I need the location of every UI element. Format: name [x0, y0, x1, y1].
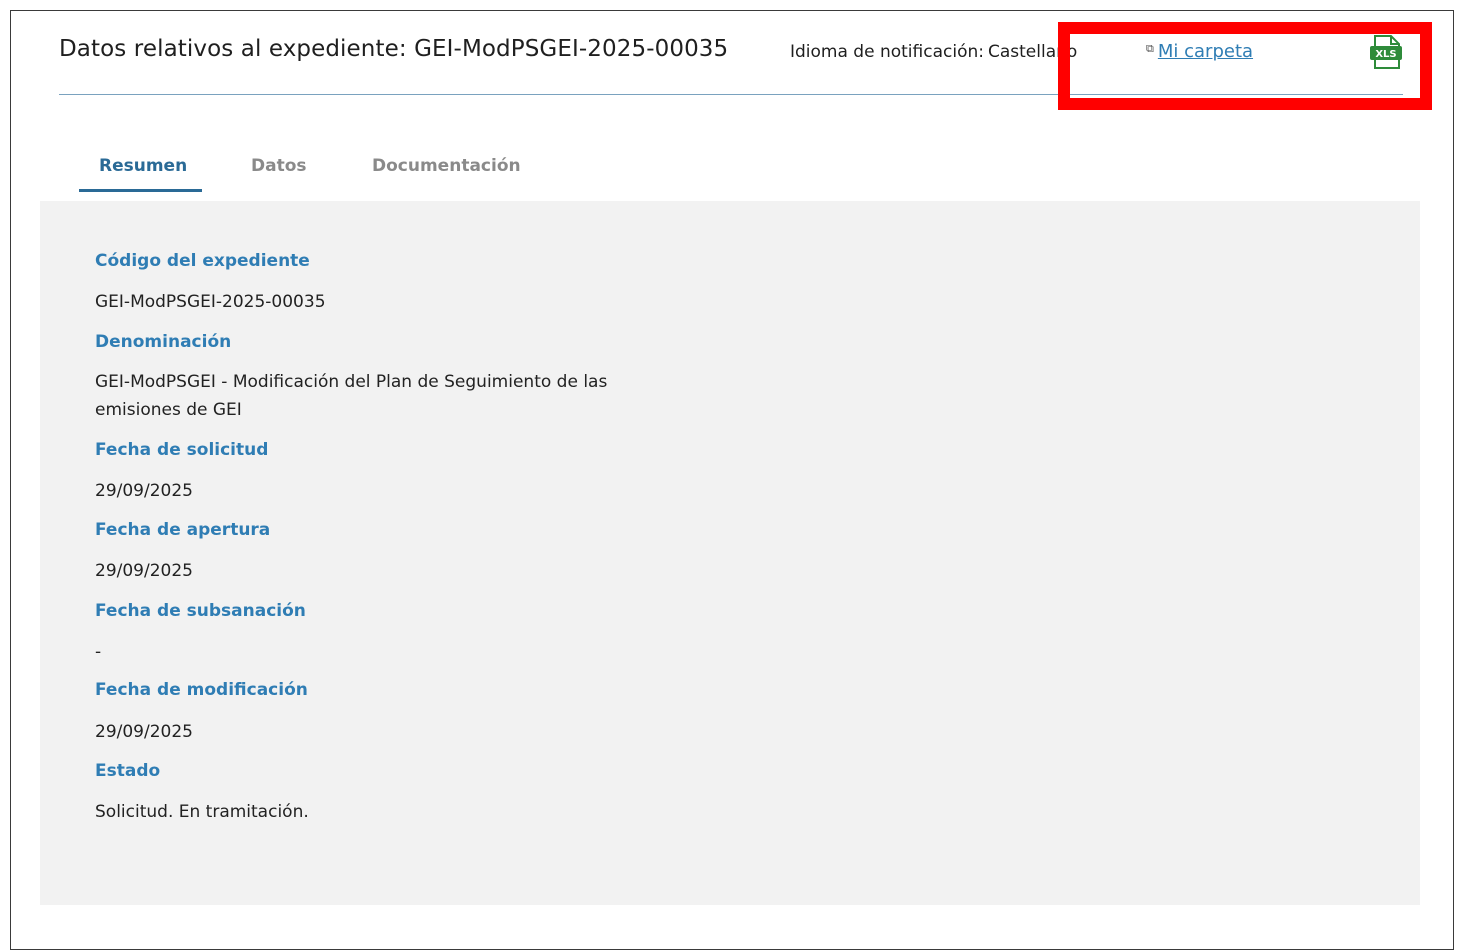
- field-value-fecha-modificacion: 29/09/2025: [95, 722, 193, 742]
- mi-carpeta-link[interactable]: ⧉ Mi carpeta: [1146, 41, 1253, 62]
- field-value-fecha-solicitud: 29/09/2025: [95, 481, 193, 501]
- field-label-codigo: Código del expediente: [95, 251, 310, 271]
- xls-icon-text: XLS: [1375, 49, 1396, 60]
- field-value-codigo: GEI-ModPSGEI-2025-00035: [95, 292, 326, 312]
- external-link-icon: ⧉: [1146, 42, 1154, 55]
- field-label-estado: Estado: [95, 761, 161, 781]
- notification-language-value: Castellano: [987, 42, 1078, 62]
- field-label-denominacion: Denominación: [95, 332, 232, 352]
- page-title: Datos relativos al expediente: GEI-ModPS…: [59, 36, 729, 62]
- field-label-fecha-subsanacion: Fecha de subsanación: [95, 601, 306, 621]
- notification-language-label: Idioma de notificación:: [790, 42, 984, 62]
- field-value-denominacion: GEI-ModPSGEI - Modificación del Plan de …: [95, 372, 608, 420]
- xls-export-icon[interactable]: XLS: [1369, 34, 1403, 70]
- field-label-fecha-apertura: Fecha de apertura: [95, 520, 271, 540]
- field-value-estado: Solicitud. En tramitación.: [95, 802, 309, 822]
- header-divider: [59, 94, 1403, 95]
- field-label-fecha-modificacion: Fecha de modificación: [95, 680, 308, 700]
- tab-datos[interactable]: Datos: [251, 152, 307, 192]
- field-label-fecha-solicitud: Fecha de solicitud: [95, 440, 269, 460]
- summary-panel: Código del expediente GEI-ModPSGEI-2025-…: [40, 201, 1420, 905]
- mi-carpeta-label: Mi carpeta: [1157, 41, 1254, 62]
- field-value-fecha-apertura: 29/09/2025: [95, 561, 193, 581]
- field-value-fecha-subsanacion: -: [95, 642, 102, 662]
- tab-resumen[interactable]: Resumen: [79, 152, 202, 192]
- notification-language: Idioma de notificación: Castellano: [790, 42, 1077, 62]
- tab-documentacion[interactable]: Documentación: [372, 152, 521, 192]
